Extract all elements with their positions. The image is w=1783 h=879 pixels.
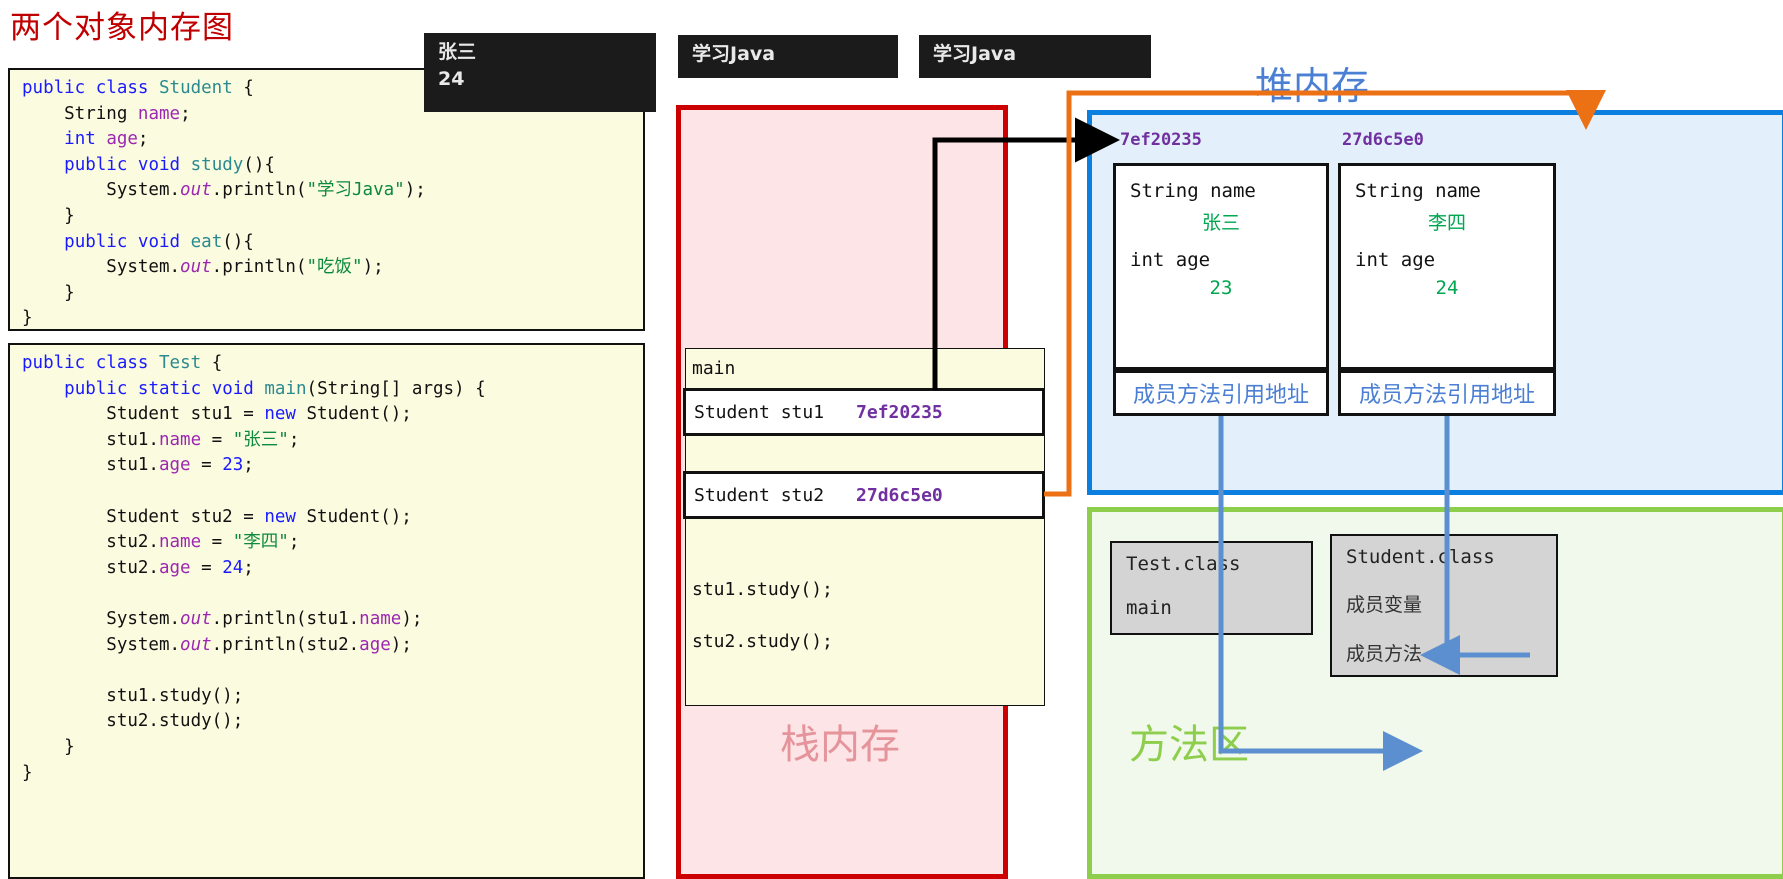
heap-field-name-value: 张三 <box>1201 212 1240 234</box>
heap-method-ref-1: 成员方法引用地址 <box>1113 370 1329 416</box>
code-line: public class Student { String name; int … <box>22 78 426 329</box>
stack-variable-stu2: Student stu2 27d6c5e0 <box>683 471 1045 519</box>
stack-memory-label: 栈内存 <box>780 722 900 768</box>
heap-field-age-decl: int age <box>1130 249 1211 271</box>
method-area-test-class: Test.class main <box>1110 541 1313 635</box>
class-entry-member-method: 成员方法 <box>1346 643 1423 665</box>
code-line: public class Test { public static void m… <box>22 353 486 783</box>
stack-variable-address: 27d6c5e0 <box>856 484 943 506</box>
stack-variable-address: 7ef20235 <box>856 401 943 423</box>
class-title: Student.class <box>1346 546 1495 568</box>
heap-field-age-decl: int age <box>1355 249 1436 271</box>
heap-memory-label: 堆内存 <box>1255 64 1370 108</box>
code-panel-test: public class Test { public static void m… <box>8 343 645 879</box>
stack-variable-declaration: Student stu1 <box>694 401 825 423</box>
heap-method-ref-2: 成员方法引用地址 <box>1338 370 1556 416</box>
console-output-study-1: 学习Java <box>678 35 898 78</box>
method-area-label: 方法区 <box>1129 722 1249 768</box>
heap-field-age-value: 23 <box>1209 277 1233 299</box>
class-title: Test.class <box>1126 553 1241 575</box>
stack-frame-label: main <box>692 358 736 379</box>
heap-object-1: String name 张三 int age 23 <box>1113 163 1329 370</box>
heap-object-2: String name 李四 int age 24 <box>1338 163 1556 370</box>
class-entry: main <box>1126 597 1172 619</box>
console-output-name-age: 张三 24 <box>424 33 656 112</box>
stack-call-stu2-study: stu2.study(); <box>692 631 833 652</box>
heap-object-address-1: 7ef20235 <box>1120 130 1202 150</box>
page-title: 两个对象内存图 <box>10 10 234 46</box>
stack-variable-declaration: Student stu2 <box>694 484 825 506</box>
heap-field-age-value: 24 <box>1435 277 1459 299</box>
heap-field-name-decl: String name <box>1130 180 1256 202</box>
console-output-study-2: 学习Java <box>919 35 1151 78</box>
stack-call-stu1-study: stu1.study(); <box>692 579 833 600</box>
class-entry-member-variable: 成员变量 <box>1346 594 1423 616</box>
stack-variable-stu1: Student stu1 7ef20235 <box>683 388 1045 436</box>
method-area-student-class: Student.class 成员变量 成员方法 <box>1330 534 1558 677</box>
heap-field-name-value: 李四 <box>1427 212 1466 234</box>
heap-object-address-2: 27d6c5e0 <box>1342 130 1424 150</box>
heap-field-name-decl: String name <box>1355 180 1481 202</box>
